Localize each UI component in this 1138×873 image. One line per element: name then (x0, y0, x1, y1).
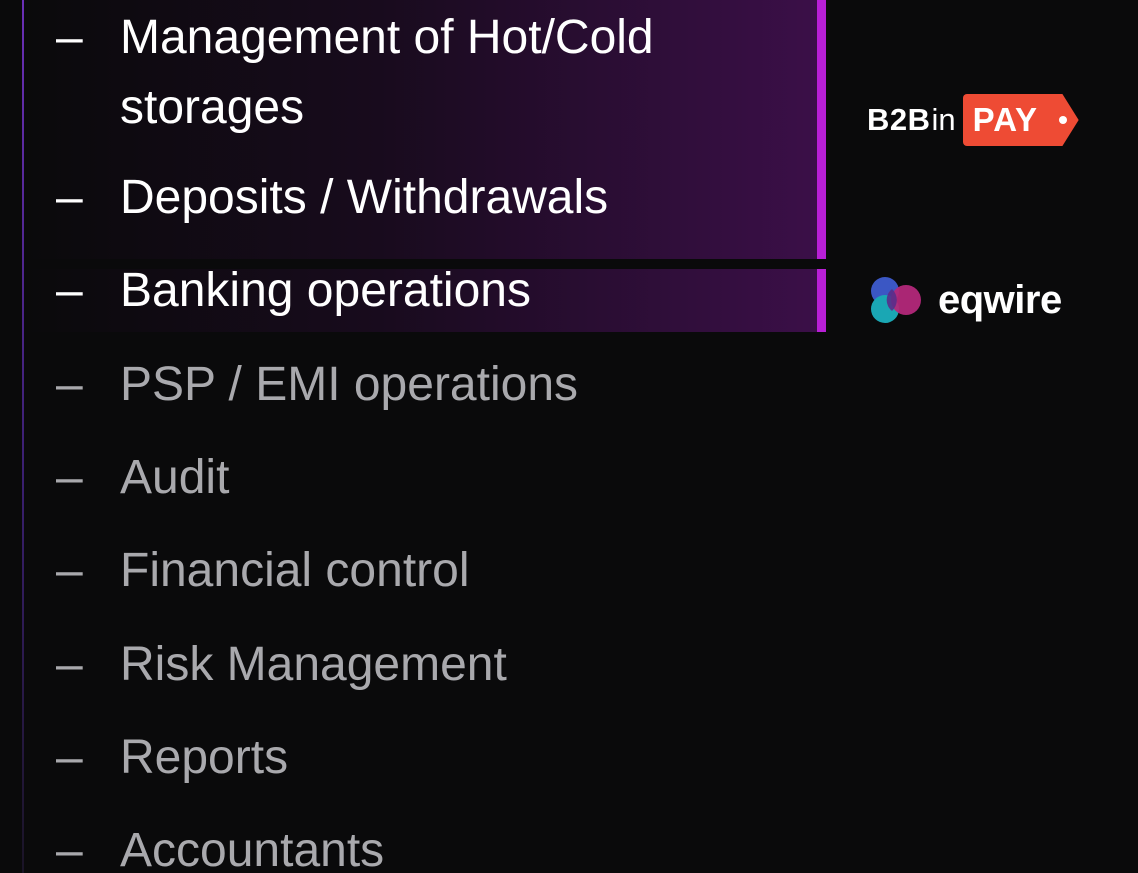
b2binpay-pay-tag: PAY (962, 94, 1079, 146)
list-item-deposits-withdrawals: – Deposits / Withdrawals (0, 163, 800, 233)
list-item-label: Accountants (120, 824, 385, 873)
list-item-reports: – Reports (0, 723, 800, 793)
list-item-label: Deposits / Withdrawals (120, 171, 609, 224)
dash-bullet: – (56, 11, 83, 64)
list-item-label: Financial control (120, 544, 470, 597)
b2binpay-logo-b2b: B2B (867, 102, 931, 137)
eqwire-wordmark: eqwire (938, 277, 1062, 322)
list-item-label: Reports (120, 731, 289, 784)
list-item-financial-control: – Financial control (0, 536, 800, 606)
dash-bullet: – (56, 731, 83, 784)
list-item-psp-emi-operations: – PSP / EMI operations (0, 350, 800, 420)
dash-bullet: – (56, 544, 83, 597)
eqwire-mark-icon (871, 277, 921, 323)
list-item-banking-operations: – Banking operations (0, 256, 800, 326)
dash-bullet: – (56, 824, 83, 873)
list-item-label: PSP / EMI operations (120, 358, 579, 411)
dash-bullet: – (56, 171, 83, 224)
pay-tag-dot-icon (1058, 116, 1067, 124)
dash-bullet: – (56, 264, 83, 317)
list-item-accountants: – Accountants (0, 816, 800, 873)
b2binpay-logo-pay: PAY (972, 101, 1039, 138)
list-item-hot-cold-storages: – Management of Hot/Cold storages (0, 3, 800, 143)
b2binpay-logo: B2B in PAY (867, 94, 1079, 146)
list-item-audit: – Audit (0, 443, 800, 513)
list-item-label: Banking operations (120, 264, 531, 317)
dash-bullet: – (56, 638, 83, 691)
list-item-label: Management of Hot/Cold storages (120, 11, 654, 134)
list-item-label: Risk Management (120, 638, 507, 691)
b2binpay-logo-in: in (931, 102, 956, 137)
dash-bullet: – (56, 451, 83, 504)
eqwire-logo: eqwire (868, 272, 1062, 328)
list-item-risk-management: – Risk Management (0, 630, 800, 700)
list-item-label: Audit (120, 451, 230, 504)
dash-bullet: – (56, 358, 83, 411)
